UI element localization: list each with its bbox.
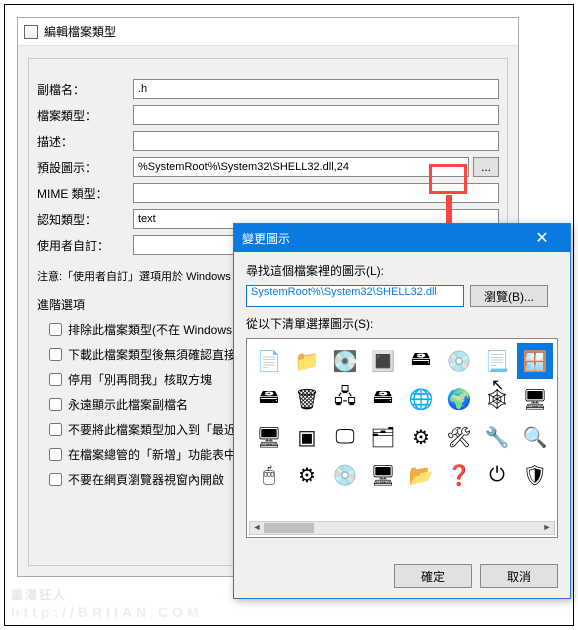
check-new-menu[interactable] (49, 448, 62, 461)
check-new-menu-label: 在檔案總管的「新增」功能表中顯 (68, 446, 248, 463)
disc-icon[interactable]: 💿 (327, 457, 363, 493)
netdrive-icon[interactable]: 🖴 (365, 381, 401, 417)
gear2-icon[interactable]: ⚙ (289, 457, 325, 493)
scroll-right-icon[interactable]: ► (540, 522, 554, 534)
drive-icon[interactable]: 💽 (327, 343, 363, 379)
monitor-icon[interactable]: 🖥 (251, 419, 287, 455)
browse-icon-button[interactable]: ... (473, 157, 499, 177)
check-no-recent-label: 不要將此檔案類型加入到「最近的 (68, 421, 248, 438)
dialog-titlebar[interactable]: 變更圖示 ✕ (234, 224, 570, 252)
ext-input[interactable] (133, 79, 499, 99)
check-no-browser-label: 不要在網頁瀏覽器視窗內開啟 (68, 471, 224, 488)
find-label: 尋找這個檔案裡的圖示(L): (246, 262, 558, 279)
change-icon-dialog: 變更圖示 ✕ 尋找這個檔案裡的圖示(L): SystemRoot%\System… (233, 223, 571, 599)
browse-file-button[interactable]: 瀏覽(B)... (470, 285, 548, 307)
type-label: 檔案類型： (37, 107, 133, 124)
window-icon[interactable]: 🪟 (517, 343, 553, 379)
perceived-label: 認知類型： (37, 211, 133, 228)
check-always-ext-label: 永遠顯示此檔案副檔名 (68, 396, 188, 413)
cancel-button[interactable]: 取消 (480, 564, 558, 588)
select-label: 從以下清單選擇圖示(S): (246, 315, 558, 332)
screen-icon[interactable]: 🖵 (327, 419, 363, 455)
icon-label: 預設圖示： (37, 159, 133, 176)
check-no-browser[interactable] (49, 473, 62, 486)
cursor-icon[interactable]: 🖱 (251, 457, 287, 493)
earth-icon[interactable]: 🌍 (441, 381, 477, 417)
close-button[interactable]: ✕ (522, 224, 562, 252)
setup-icon[interactable]: 🛠 (441, 419, 477, 455)
chip-icon[interactable]: 🔳 (365, 343, 401, 379)
help-icon[interactable]: ❓ (441, 457, 477, 493)
check-no-confirm-label: 下載此檔案類型後無須確認直接開 (68, 346, 248, 363)
titlebar[interactable]: 編輯檔案類型 (18, 18, 518, 46)
user-label: 使用者自訂： (37, 237, 133, 254)
check-no-confirm[interactable] (49, 348, 62, 361)
check-exclude[interactable] (49, 323, 62, 336)
folder-icon[interactable]: 📁 (289, 343, 325, 379)
scroll-left-icon[interactable]: ◄ (250, 522, 264, 534)
network-icon[interactable]: 🖧 (327, 381, 363, 417)
page-icon[interactable]: 📃 (479, 343, 515, 379)
wrench-icon[interactable]: 🔧 (479, 419, 515, 455)
scroll-thumb[interactable] (264, 523, 314, 533)
stack-icon[interactable]: 🗂 (365, 419, 401, 455)
icon-file-path-input[interactable]: SystemRoot%\System32\SHELL32.dll (246, 285, 464, 307)
gears-icon[interactable]: ⚙ (403, 419, 439, 455)
hdd-icon[interactable]: 🖴 (403, 343, 439, 379)
horizontal-scrollbar[interactable]: ◄ ► (249, 521, 555, 535)
folder2-icon[interactable]: 📂 (403, 457, 439, 493)
icon-list: 📄📁💽🔳🖴💿📃🪟🖴🗑🖧🖴🌐🌍🕸🖥🖥▣🖵🗂⚙🛠🔧🔍🖱⚙💿🖥📂❓⏻🛡 ◄ ► (246, 338, 558, 538)
disc-drive-icon[interactable]: 💿 (441, 343, 477, 379)
check-dont-ask[interactable] (49, 373, 62, 386)
globe-icon[interactable]: 🌐 (403, 381, 439, 417)
check-always-ext[interactable] (49, 398, 62, 411)
mime-label: MIME 類型： (37, 185, 133, 202)
device-icon[interactable]: 🖥 (365, 457, 401, 493)
icon-path-input[interactable] (133, 157, 469, 177)
mime-input[interactable] (133, 183, 499, 203)
check-exclude-label: 排除此檔案類型(不在 Windows 的 (68, 321, 247, 338)
power-icon[interactable]: ⏻ (479, 457, 515, 493)
computer-icon[interactable]: 🖥 (517, 381, 553, 417)
ext-label: 副檔名： (37, 81, 133, 98)
shield-icon[interactable]: 🛡 (517, 457, 553, 493)
net-icon[interactable]: 🕸 (479, 381, 515, 417)
check-dont-ask-label: 停用「別再問我」核取方塊 (68, 371, 212, 388)
desc-input[interactable] (133, 131, 499, 151)
dialog-title: 變更圖示 (242, 230, 522, 247)
watermark: 重灌狂人 http://BRIIAN.COM (11, 571, 203, 619)
blank-file-icon[interactable]: 📄 (251, 343, 287, 379)
window-title: 編輯檔案類型 (44, 23, 116, 40)
trash-icon[interactable]: 🗑 (289, 381, 325, 417)
search-icon[interactable]: 🔍 (517, 419, 553, 455)
type-input[interactable] (133, 105, 499, 125)
check-no-recent[interactable] (49, 423, 62, 436)
app-icon (24, 25, 38, 39)
ok-button[interactable]: 確定 (394, 564, 472, 588)
drive2-icon[interactable]: 🖴 (251, 381, 287, 417)
app-icon[interactable]: ▣ (289, 419, 325, 455)
desc-label: 描述： (37, 133, 133, 150)
